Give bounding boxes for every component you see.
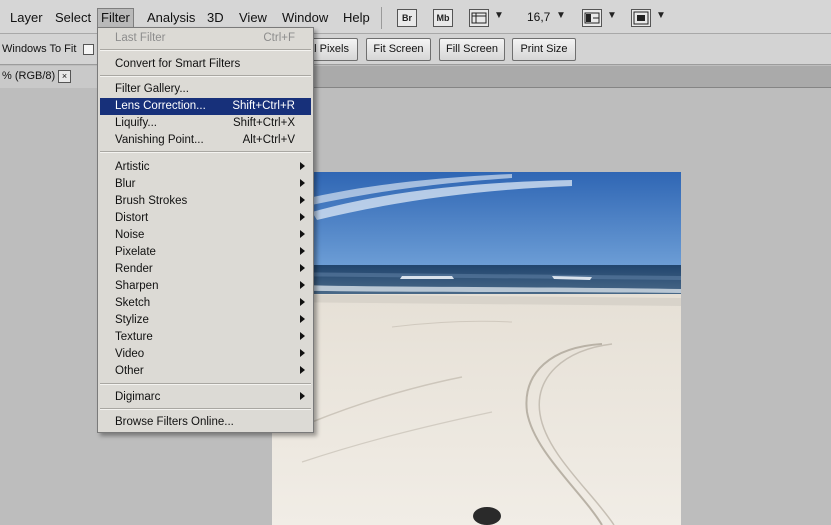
submenu-arrow-icon: [300, 179, 305, 187]
print-size-button[interactable]: Print Size: [512, 38, 576, 61]
menu-item-convert-smart-filters[interactable]: Convert for Smart Filters: [100, 56, 311, 73]
menu-separator: [100, 151, 311, 153]
menu-item-stylize[interactable]: Stylize: [100, 312, 311, 329]
menu-item-sharpen[interactable]: Sharpen: [100, 278, 311, 295]
document-tab-label: % (RGB/8): [2, 70, 56, 82]
arrange-caret-icon[interactable]: ▼: [607, 10, 617, 21]
submenu-arrow-icon: [300, 366, 305, 374]
menu-item-sketch[interactable]: Sketch: [100, 295, 311, 312]
filter-menu: Last Filter Ctrl+F Convert for Smart Fil…: [97, 27, 314, 433]
menu-select[interactable]: Select: [52, 8, 94, 28]
submenu-arrow-icon: [300, 281, 305, 289]
submenu-arrow-icon: [300, 298, 305, 306]
submenu-arrow-icon: [300, 332, 305, 340]
menu-item-pixelate[interactable]: Pixelate: [100, 244, 311, 261]
menu-item-liquify[interactable]: Liquify... Shift+Ctrl+X: [100, 115, 311, 132]
fill-screen-button[interactable]: Fill Screen: [439, 38, 505, 61]
menu-item-browse-filters-online[interactable]: Browse Filters Online...: [100, 414, 311, 431]
submenu-arrow-icon: [300, 315, 305, 323]
menu-separator: [100, 408, 311, 410]
menu-item-digimarc[interactable]: Digimarc: [100, 389, 311, 406]
canvas-photo: [272, 172, 681, 525]
menu-separator: [100, 49, 311, 51]
menu-item-other[interactable]: Other: [100, 363, 311, 380]
menu-item-render[interactable]: Render: [100, 261, 311, 278]
menu-item-texture[interactable]: Texture: [100, 329, 311, 346]
zoom-level[interactable]: 16,7: [527, 10, 550, 24]
menu-analysis[interactable]: Analysis: [144, 8, 198, 28]
submenu-arrow-icon: [300, 392, 305, 400]
submenu-arrow-icon: [300, 247, 305, 255]
document-tab[interactable]: % (RGB/8) ×: [0, 66, 110, 88]
menu-filter[interactable]: Filter: [97, 8, 134, 28]
menu-layer[interactable]: Layer: [7, 8, 46, 28]
resize-windows-label: Windows To Fit: [2, 43, 77, 55]
menu-item-noise[interactable]: Noise: [100, 227, 311, 244]
menu-item-lens-correction[interactable]: Lens Correction... Shift+Ctrl+R: [100, 98, 311, 115]
menu-item-blur[interactable]: Blur: [100, 176, 311, 193]
menu-view[interactable]: View: [236, 8, 270, 28]
menu-help[interactable]: Help: [340, 8, 373, 28]
zoom-caret-icon[interactable]: ▼: [556, 10, 566, 21]
menu-3d[interactable]: 3D: [204, 8, 227, 28]
submenu-arrow-icon: [300, 349, 305, 357]
submenu-arrow-icon: [300, 196, 305, 204]
submenu-arrow-icon: [300, 264, 305, 272]
screen-mode-caret-icon[interactable]: ▼: [656, 10, 666, 21]
menu-separator: [100, 383, 311, 385]
view-extras-icon[interactable]: [469, 9, 489, 27]
submenu-arrow-icon: [300, 230, 305, 238]
submenu-arrow-icon: [300, 213, 305, 221]
menu-item-last-filter[interactable]: Last Filter Ctrl+F: [100, 30, 311, 47]
menu-window[interactable]: Window: [279, 8, 331, 28]
menubar-divider: [381, 7, 382, 29]
mini-bridge-icon[interactable]: Mb: [433, 9, 453, 27]
menu-item-artistic[interactable]: Artistic: [100, 159, 311, 176]
view-extras-caret-icon[interactable]: ▼: [494, 10, 504, 21]
screen-mode-icon[interactable]: [631, 9, 651, 27]
arrange-documents-icon[interactable]: [582, 9, 602, 27]
menu-separator: [100, 75, 311, 77]
bridge-icon[interactable]: Br: [397, 9, 417, 27]
submenu-arrow-icon: [300, 162, 305, 170]
menu-item-distort[interactable]: Distort: [100, 210, 311, 227]
menu-item-vanishing-point[interactable]: Vanishing Point... Alt+Ctrl+V: [100, 132, 311, 149]
close-icon[interactable]: ×: [58, 70, 71, 83]
menu-item-video[interactable]: Video: [100, 346, 311, 363]
menu-item-filter-gallery[interactable]: Filter Gallery...: [100, 81, 311, 98]
fit-screen-button[interactable]: Fit Screen: [366, 38, 431, 61]
menu-item-brush-strokes[interactable]: Brush Strokes: [100, 193, 311, 210]
resize-windows-checkbox[interactable]: [83, 44, 94, 55]
